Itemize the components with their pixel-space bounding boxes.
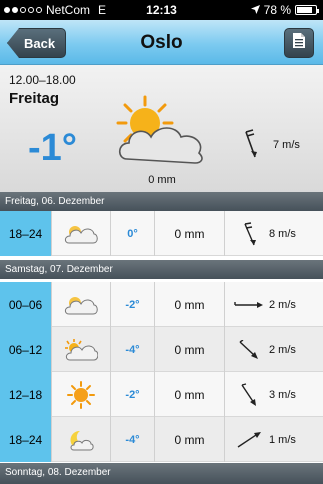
- wind-arrow-icon: [233, 382, 265, 406]
- location-arrow-icon: [250, 3, 260, 17]
- row-precipitation: 0 mm: [155, 211, 225, 256]
- forecast-row[interactable]: 06–12 -4° 0 mm 2 m/s: [0, 327, 323, 372]
- row-time: 18–24: [0, 417, 52, 462]
- row-wind: 1 m/s: [225, 417, 323, 462]
- partly-cloudy-icon: [52, 327, 111, 372]
- day-header: Samstag, 07. Dezember: [0, 260, 323, 279]
- battery-icon: [295, 5, 319, 15]
- row-wind-speed: 2 m/s: [269, 343, 296, 356]
- page-title: Oslo: [140, 32, 183, 53]
- row-wind-speed: 2 m/s: [269, 298, 296, 311]
- current-wind-speed: 7 m/s: [273, 139, 300, 151]
- row-time: 06–12: [0, 327, 52, 372]
- moon-cloud-icon: [52, 417, 111, 462]
- forecast-row[interactable]: 18–24 -4° 0 mm 1 m/s: [0, 417, 323, 462]
- row-wind: 3 m/s: [225, 372, 323, 417]
- row-wind-speed: 1 m/s: [269, 433, 296, 446]
- wind-arrow-icon: [233, 429, 265, 451]
- row-wind: 8 m/s: [225, 211, 323, 256]
- row-wind-speed: 8 m/s: [269, 227, 296, 240]
- battery-percentage: 78 %: [263, 3, 291, 17]
- row-precipitation: 0 mm: [155, 372, 225, 417]
- row-temperature: -2°: [111, 282, 155, 327]
- row-precipitation: 0 mm: [155, 327, 225, 372]
- day-header: Freitag, 06. Dezember: [0, 192, 323, 211]
- wind-arrow-icon: [233, 294, 265, 316]
- row-time: 12–18: [0, 372, 52, 417]
- forecast-row[interactable]: 18–24 0° 0 mm 8 m/s: [0, 211, 323, 256]
- current-day: Freitag: [9, 90, 60, 107]
- navigation-bar: Back Oslo: [0, 20, 323, 65]
- sun-icon: [52, 372, 111, 417]
- current-precipitation: 0 mm: [148, 174, 176, 186]
- row-temperature: 0°: [111, 211, 155, 256]
- day-header: Sonntag, 08. Dezember: [0, 463, 323, 484]
- wind-arrow-icon: [241, 129, 259, 159]
- forecast-row[interactable]: 12–18 -2° 0 mm 3 m/s: [0, 372, 323, 417]
- row-wind: 2 m/s: [225, 282, 323, 327]
- wind-arrow-icon: [233, 221, 265, 245]
- row-temperature: -2°: [111, 372, 155, 417]
- cloudy-icon: [52, 211, 111, 256]
- partly-cloudy-icon: [115, 93, 207, 165]
- row-precipitation: 0 mm: [155, 282, 225, 327]
- row-precipitation: 0 mm: [155, 417, 225, 462]
- row-time: 18–24: [0, 211, 52, 256]
- row-temperature: -4°: [111, 417, 155, 462]
- document-icon: [292, 32, 306, 54]
- row-time: 00–06: [0, 282, 52, 327]
- cloudy-icon: [52, 282, 111, 327]
- current-temperature: -1°: [28, 127, 77, 169]
- row-temperature: -4°: [111, 327, 155, 372]
- row-wind: 2 m/s: [225, 327, 323, 372]
- current-time-range: 12.00–18.00: [9, 73, 76, 87]
- forecast-row[interactable]: 00–06 -2° 0 mm 2 m/s: [0, 282, 323, 327]
- wind-arrow-icon: [233, 339, 265, 361]
- current-forecast-panel: 12.00–18.00 Freitag -1° 0 mm 7 m/s: [0, 65, 323, 192]
- status-bar: NetCom E 12:13 78 %: [0, 0, 323, 20]
- row-wind-speed: 3 m/s: [269, 388, 296, 401]
- document-button[interactable]: [284, 28, 314, 58]
